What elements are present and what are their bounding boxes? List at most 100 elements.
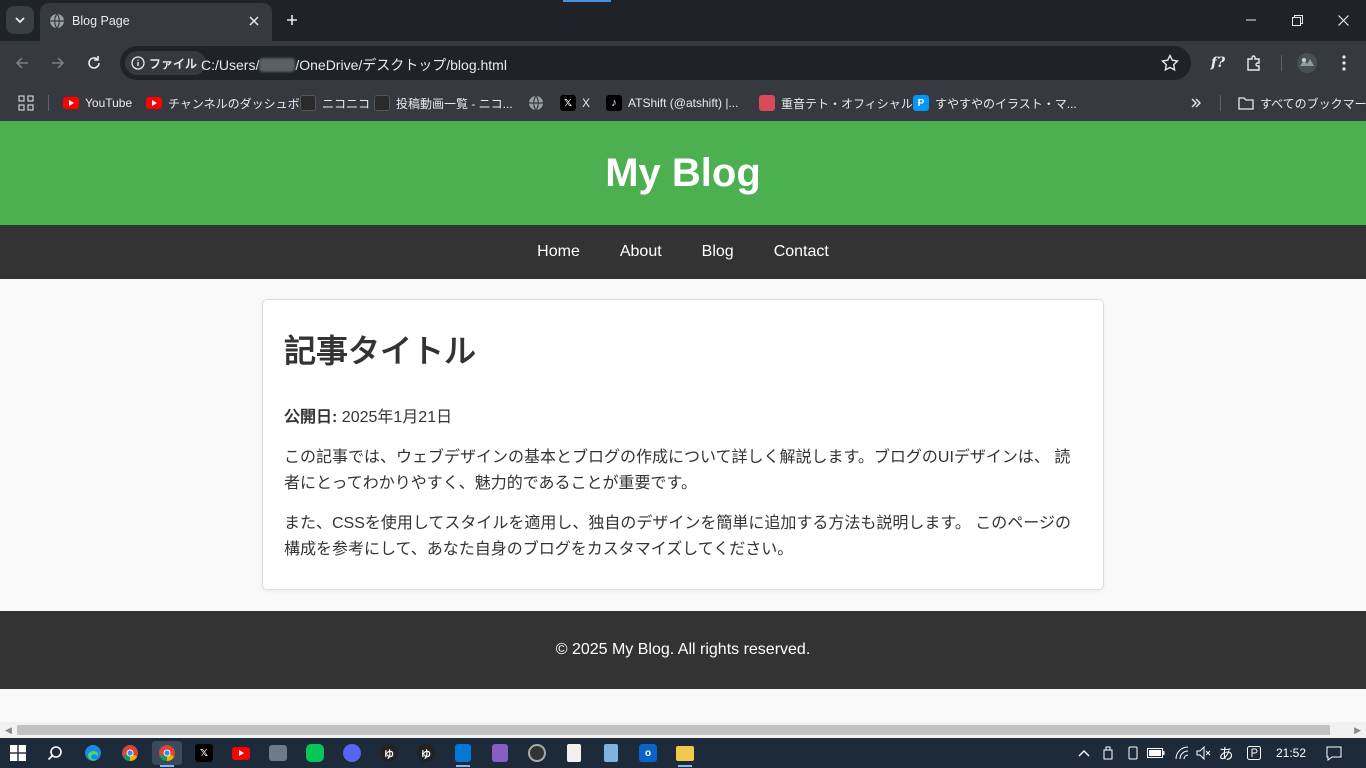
taskbar-youtube[interactable] (226, 741, 256, 765)
taskbar-explorer[interactable] (670, 741, 700, 767)
taskbar-notepad[interactable] (559, 741, 589, 765)
scroll-right-arrow-icon[interactable]: ▶ (1354, 725, 1361, 736)
ime-mode-indicator[interactable]: あ (1216, 743, 1236, 763)
extension-fx-icon[interactable]: f? (1206, 51, 1230, 75)
globe-icon (529, 95, 543, 111)
restore-icon (1291, 14, 1303, 26)
bookmark-label: YouTube (85, 96, 133, 110)
bookmark-globe[interactable] (528, 93, 544, 113)
address-bar[interactable]: ファイル C:/Users/ /OneDrive/デスクトップ/blog.html (120, 46, 1191, 80)
apps-button[interactable] (18, 93, 34, 113)
footer-copyright: © 2025 My Blog. All rights reserved. (555, 641, 811, 658)
more-bookmarks-button[interactable] (1190, 93, 1202, 113)
nav-link-home[interactable]: Home (537, 243, 580, 261)
browser-toolbar: ファイル C:/Users/ /OneDrive/デスクトップ/blog.html… (0, 41, 1366, 85)
bookmark-niconico[interactable]: ニコニコ (300, 93, 370, 113)
tab-title: Blog Page (72, 14, 130, 28)
taskbar-line[interactable] (300, 741, 330, 765)
notification-center-button[interactable] (1322, 743, 1346, 763)
tab-search-button[interactable] (6, 6, 34, 34)
chrome-icon (122, 745, 138, 761)
url-prefix: C:/Users/ (201, 57, 260, 73)
taskbar-visual-studio[interactable] (485, 741, 515, 765)
ime-tool-icon[interactable] (1244, 743, 1264, 763)
bookmark-youtube[interactable]: YouTube (63, 93, 132, 113)
x-icon: 𝕏 (560, 95, 576, 111)
battery-icon[interactable] (1146, 743, 1166, 763)
new-tab-button[interactable] (282, 10, 302, 30)
forward-button[interactable] (46, 51, 70, 75)
bookmark-channel-dashboard[interactable]: チャンネルのダッシュボ... (146, 93, 310, 113)
close-window-button[interactable] (1320, 0, 1366, 40)
site-header: My Blog (0, 121, 1366, 225)
site-title: My Blog (605, 150, 761, 195)
usb-tray-icon[interactable] (1100, 743, 1116, 763)
taskbar-obs[interactable] (522, 741, 552, 765)
menu-button[interactable] (1332, 51, 1356, 75)
bookmark-label: 重音テト・オフィシャル... (781, 96, 923, 111)
publish-date-value: 2025年1月21日 (341, 409, 453, 426)
taskbar-notes[interactable] (596, 741, 626, 765)
article-title: 記事タイトル (284, 333, 477, 369)
taskbar-search-button[interactable] (40, 741, 70, 765)
close-icon (1337, 14, 1349, 26)
windows-taskbar: 𝕏 ゆ ゆ o あ 21:52 (0, 738, 1366, 768)
line-icon (306, 744, 324, 762)
start-button[interactable] (3, 741, 33, 765)
restore-button[interactable] (1274, 0, 1320, 40)
chevron-up-icon (1078, 750, 1090, 757)
apps-grid-icon (18, 95, 34, 111)
folder-icon (676, 745, 694, 761)
site-info-chip[interactable]: ファイル (125, 51, 207, 75)
back-button[interactable] (10, 51, 34, 75)
taskbar-edge[interactable] (78, 741, 108, 765)
bookmark-teto-official[interactable]: 重音テト・オフィシャル... (759, 93, 923, 113)
volume-muted-icon[interactable] (1194, 743, 1214, 763)
tab-drag-indicator (563, 0, 611, 2)
bookmark-label: 投稿動画一覧 - ニコ... (396, 96, 513, 111)
bookmark-x[interactable]: 𝕏 X (560, 93, 590, 113)
puzzle-icon (1247, 55, 1260, 71)
bookmark-pixiv[interactable]: P すやすやのイラスト・マ... (913, 93, 1077, 113)
all-bookmarks-button[interactable]: すべてのブックマーク (1238, 93, 1366, 113)
device-tray-icon[interactable] (1124, 743, 1142, 763)
taskbar-yukkuri-1[interactable]: ゆ (374, 741, 404, 765)
niconico-icon (374, 95, 390, 111)
extensions-button[interactable] (1242, 51, 1266, 75)
taskbar-yukkuri-2[interactable]: ゆ (411, 741, 441, 765)
bookmark-star-icon[interactable] (1161, 54, 1179, 72)
minimize-button[interactable] (1228, 0, 1274, 40)
show-hidden-icons-button[interactable] (1074, 743, 1094, 763)
taskbar-x[interactable]: 𝕏 (189, 741, 219, 765)
nav-link-about[interactable]: About (620, 243, 662, 261)
taskbar-discord[interactable] (337, 741, 367, 765)
scrollbar-thumb[interactable] (17, 725, 1330, 735)
taskbar-photos[interactable] (263, 741, 293, 765)
chevron-down-icon (15, 17, 25, 24)
reload-button[interactable] (82, 51, 106, 75)
taskbar-outlook[interactable]: o (633, 741, 663, 765)
wifi-icon[interactable] (1172, 743, 1192, 763)
taskbar-clock[interactable]: 21:52 (1276, 746, 1306, 760)
article-paragraph: また、CSSを使用してスタイルを適用し、独自のデザインを簡単に追加する方法も説明… (284, 515, 1071, 558)
active-indicator (678, 765, 692, 767)
publish-date-label: 公開日: (284, 409, 338, 426)
scroll-left-arrow-icon[interactable]: ◀ (5, 725, 12, 736)
bookmark-tiktok[interactable]: ♪ ATShift (@atshift) |... (606, 93, 738, 113)
taskbar-chrome-active[interactable] (152, 741, 182, 767)
minimize-icon (1246, 19, 1256, 21)
horizontal-scrollbar[interactable]: ◀ ▶ (0, 722, 1366, 738)
taskbar-vscode[interactable] (448, 741, 478, 767)
app-icon: ゆ (417, 744, 435, 762)
close-tab-icon[interactable] (245, 12, 263, 30)
bookmarks-divider (48, 95, 49, 111)
nav-link-blog[interactable]: Blog (702, 243, 734, 261)
taskbar-chrome[interactable] (115, 741, 145, 765)
nav-link-contact[interactable]: Contact (774, 243, 829, 261)
plus-icon (287, 15, 297, 25)
tab-blog-page[interactable]: Blog Page (40, 3, 272, 41)
bookmark-niconico-uploads[interactable]: 投稿動画一覧 - ニコ... (374, 93, 513, 113)
profile-avatar[interactable] (1295, 51, 1319, 75)
url-text[interactable]: C:/Users/ /OneDrive/デスクトップ/blog.html (201, 55, 507, 75)
bookmark-label: X (582, 96, 591, 110)
